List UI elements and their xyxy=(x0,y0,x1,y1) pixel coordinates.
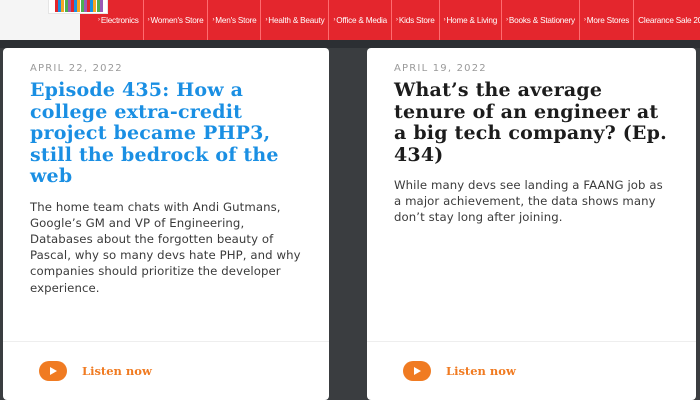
chevron-right-icon: › xyxy=(265,17,268,23)
nav-item-books-stationery[interactable]: › Books & Stationery xyxy=(502,0,580,40)
nav-item-mens-store[interactable]: › Men's Store xyxy=(208,0,262,40)
listen-now-button[interactable]: Listen now xyxy=(39,361,152,381)
nav-underline xyxy=(0,40,700,48)
category-menu: › Electronics › Women's Store › Men's Store… xyxy=(80,0,700,40)
episode-title-link[interactable]: What’s the average tenure of an engineer… xyxy=(394,79,670,166)
chevron-right-icon: › xyxy=(333,17,336,23)
play-icon xyxy=(39,361,67,381)
nav-item-kids-store[interactable]: › Kids Store xyxy=(392,0,440,40)
listen-now-button[interactable]: Listen now xyxy=(403,361,516,381)
store-logo[interactable] xyxy=(48,0,108,14)
episode-summary: While many devs see landing a FAANG job … xyxy=(394,178,663,225)
store-nav-bar: › Electronics › Women's Store › Men's Store… xyxy=(0,0,700,40)
episode-card[interactable]: APRIL 19, 2022 What’s the average tenure… xyxy=(367,48,696,400)
chevron-right-icon: › xyxy=(443,17,446,23)
listen-now-label: Listen now xyxy=(82,364,152,378)
nav-item-office-media[interactable]: › Office & Media xyxy=(329,0,393,40)
logo-stripe xyxy=(99,0,103,12)
card-divider xyxy=(3,341,329,342)
card-divider xyxy=(367,341,696,342)
nav-item-womens-store[interactable]: › Women's Store xyxy=(144,0,209,40)
episode-title-link[interactable]: Episode 435: How a college extra-credit … xyxy=(30,79,303,188)
listen-now-label: Listen now xyxy=(446,364,516,378)
publish-date: APRIL 19, 2022 xyxy=(394,63,487,74)
publish-date: APRIL 22, 2022 xyxy=(30,63,123,74)
chevron-right-icon: › xyxy=(212,17,215,23)
episode-card[interactable]: APRIL 22, 2022 Episode 435: How a colleg… xyxy=(3,48,329,400)
nav-item-more-stores[interactable]: › More Stores xyxy=(580,0,635,40)
nav-item-health-beauty[interactable]: › Health & Beauty xyxy=(261,0,330,40)
chevron-right-icon: › xyxy=(583,17,586,23)
chevron-right-icon: › xyxy=(98,17,100,23)
chevron-right-icon: › xyxy=(396,17,398,23)
nav-item-home-living[interactable]: › Home & Living xyxy=(440,0,503,40)
nav-item-clearance-sale[interactable]: Clearance Sale 2022 xyxy=(634,0,700,40)
chevron-right-icon: › xyxy=(147,17,150,23)
play-icon xyxy=(403,361,431,381)
episode-summary: The home team chats with Andi Gutmans, G… xyxy=(30,199,301,295)
chevron-right-icon: › xyxy=(506,17,508,23)
